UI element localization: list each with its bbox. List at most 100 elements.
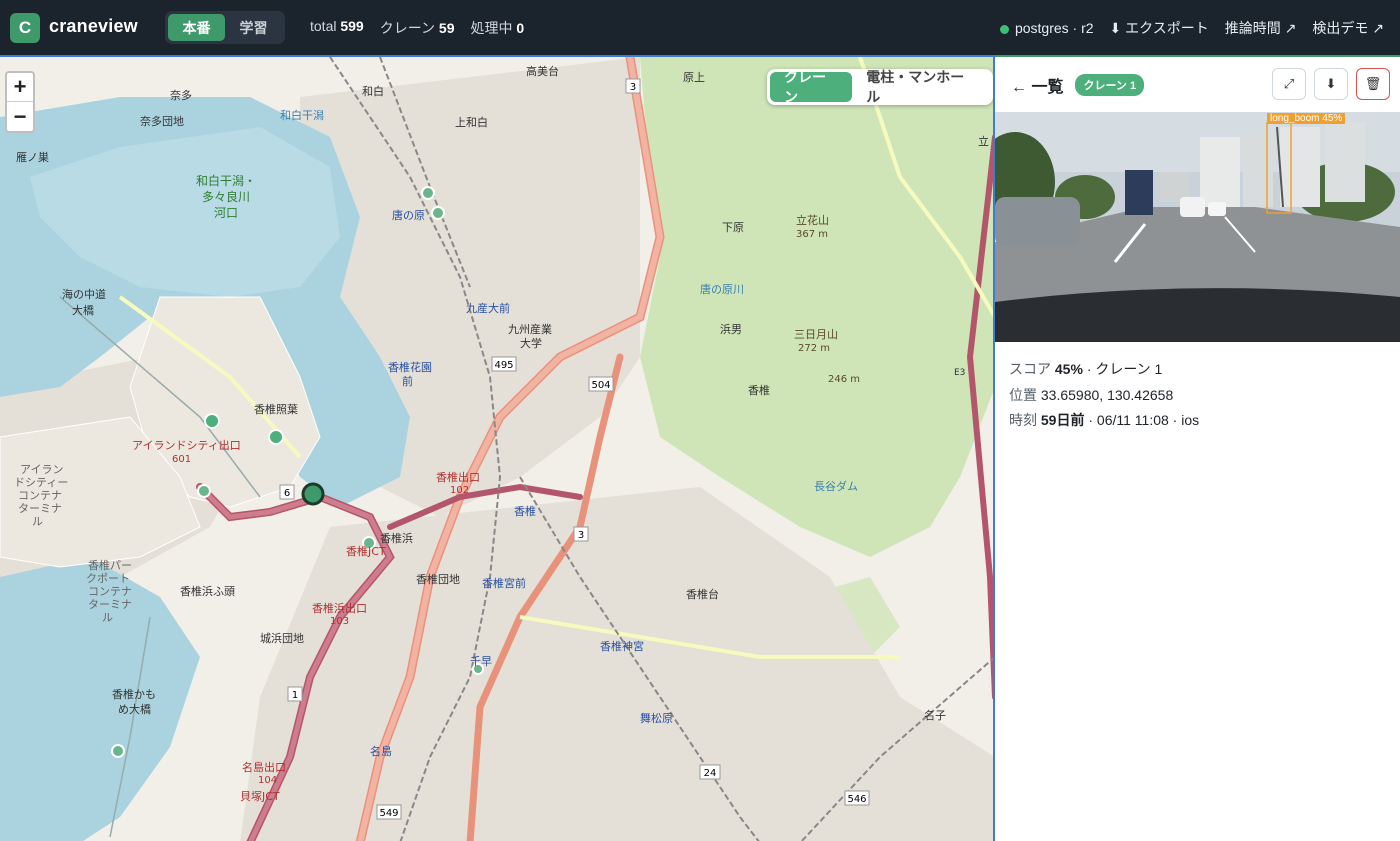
svg-text:三日月山: 三日月山 xyxy=(794,328,838,341)
svg-text:24: 24 xyxy=(704,768,717,779)
svg-text:長谷ダム: 長谷ダム xyxy=(814,479,858,493)
class-badge: クレーン 1 xyxy=(1075,73,1145,96)
crane-marker[interactable] xyxy=(431,206,445,220)
detection-info: スコア 45% · クレーン 1 位置 33.65980, 130.42658 … xyxy=(1009,357,1199,434)
detection-photo: long_boom 45% xyxy=(995,112,1400,342)
detection-box-label: long_boom 45% xyxy=(1267,113,1346,124)
svg-text:名島: 名島 xyxy=(370,744,392,758)
svg-text:九州産業: 九州産業 xyxy=(508,323,552,336)
svg-text:246 m: 246 m xyxy=(828,374,860,385)
panel-header: ← 一覧 クレーン 1 ⤢ ⬇ 🗑 xyxy=(995,57,1400,112)
svg-text:前: 前 xyxy=(402,374,413,388)
svg-text:アイラン: アイラン xyxy=(20,463,63,476)
export-link[interactable]: ⬇ エクスポート xyxy=(1110,18,1209,38)
status-dot-icon xyxy=(999,24,1009,34)
svg-text:ターミナ: ターミナ xyxy=(88,598,132,611)
svg-text:504: 504 xyxy=(591,380,610,391)
app-name[interactable]: craneview xyxy=(49,16,138,37)
svg-text:272 m: 272 m xyxy=(798,343,830,354)
svg-text:香椎JCT: 香椎JCT xyxy=(346,544,386,558)
svg-text:香椎花園: 香椎花園 xyxy=(388,360,432,374)
svg-text:高美台: 高美台 xyxy=(526,64,559,78)
svg-text:九産大前: 九産大前 xyxy=(466,301,510,315)
svg-text:ル: ル xyxy=(102,611,113,624)
svg-text:102: 102 xyxy=(450,485,469,496)
layer-crane-button[interactable]: クレーン xyxy=(770,69,853,105)
map-view[interactable]: 3 495 504 3 6 1 549 24 546 高美台 原上 和白 奈多 … xyxy=(0,55,995,841)
db-status: postgres · r2 xyxy=(999,20,1094,36)
score-row: スコア 45% · クレーン 1 xyxy=(1009,361,1163,377)
layer-pole-manhole-button[interactable]: 電柱・マンホール xyxy=(852,69,990,105)
svg-text:香椎台: 香椎台 xyxy=(686,587,719,601)
detection-demo-link[interactable]: 検出デモ ↗ xyxy=(1312,18,1384,38)
app-logo-icon: C xyxy=(10,13,40,43)
svg-text:海の中道: 海の中道 xyxy=(62,287,106,301)
position-row: 位置 33.65980, 130.42658 xyxy=(1009,386,1174,403)
svg-text:香椎照葉: 香椎照葉 xyxy=(254,402,298,416)
svg-text:雁ノ巣: 雁ノ巣 xyxy=(16,151,49,164)
svg-text:6: 6 xyxy=(284,488,290,499)
svg-text:3: 3 xyxy=(630,82,636,93)
env-production-button[interactable]: 本番 xyxy=(168,14,225,41)
svg-text:香椎出口: 香椎出口 xyxy=(436,470,480,484)
svg-text:河口: 河口 xyxy=(214,206,238,220)
zoom-in-button[interactable]: + xyxy=(7,73,33,102)
zoom-control: + − xyxy=(5,71,35,133)
env-training-button[interactable]: 学習 xyxy=(225,14,282,41)
svg-text:546: 546 xyxy=(847,794,866,805)
svg-text:アイランドシティ出口: アイランドシティ出口 xyxy=(132,438,241,452)
svg-text:上和白: 上和白 xyxy=(455,115,488,129)
svg-text:601: 601 xyxy=(172,454,191,465)
back-to-list-button[interactable]: ← 一覧 xyxy=(1011,73,1063,97)
svg-text:香椎: 香椎 xyxy=(748,383,770,397)
top-bar: C craneview 本番 学習 total 599 クレーン 59 処理中 … xyxy=(0,0,1400,55)
environment-toggle: 本番 学習 xyxy=(165,11,285,44)
svg-text:香椎浜ふ頭: 香椎浜ふ頭 xyxy=(180,584,235,598)
delete-icon[interactable]: 🗑 xyxy=(1356,68,1390,100)
stat-crane: クレーン 59 xyxy=(379,20,455,36)
svg-text:367 m: 367 m xyxy=(796,229,828,240)
detail-panel: ← 一覧 クレーン 1 ⤢ ⬇ 🗑 long_boom 45% スコア 45% … xyxy=(995,55,1400,841)
stats-summary: total 599 クレーン 59 処理中 0 xyxy=(310,18,524,38)
svg-text:和白干潟: 和白干潟 xyxy=(280,108,324,122)
svg-text:下原: 下原 xyxy=(722,221,744,234)
selected-crane-marker[interactable] xyxy=(301,482,325,506)
svg-text:549: 549 xyxy=(379,808,398,819)
svg-text:香椎宮前: 香椎宮前 xyxy=(482,576,526,590)
svg-text:コンテナ: コンテナ xyxy=(18,489,62,502)
svg-text:ル: ル xyxy=(32,515,43,528)
crane-marker[interactable] xyxy=(268,429,284,445)
crane-marker[interactable] xyxy=(204,413,220,429)
svg-text:大学: 大学 xyxy=(520,336,542,350)
time-row: 時刻 59日前 · 06/11 11:08 · ios xyxy=(1009,412,1200,428)
map-canvas[interactable]: 3 495 504 3 6 1 549 24 546 高美台 原上 和白 奈多 … xyxy=(0,57,995,841)
detection-photo-image xyxy=(995,112,1400,342)
svg-text:クポート: クポート xyxy=(86,572,130,585)
svg-text:舞松原: 舞松原 xyxy=(640,711,673,725)
crane-marker[interactable] xyxy=(111,744,125,758)
svg-text:ドシティー: ドシティー xyxy=(14,476,68,489)
zoom-out-button[interactable]: − xyxy=(7,102,33,131)
svg-text:立: 立 xyxy=(978,134,989,148)
svg-text:ターミナ: ターミナ xyxy=(18,502,62,515)
top-right-links: postgres · r2 ⬇ エクスポート 推論時間 ↗ 検出デモ ↗ xyxy=(999,18,1384,38)
svg-text:唐の原: 唐の原 xyxy=(392,208,425,222)
inference-time-link[interactable]: 推論時間 ↗ xyxy=(1225,18,1297,38)
expand-icon[interactable]: ⤢ xyxy=(1272,68,1306,100)
stat-processing: 処理中 0 xyxy=(470,20,525,36)
crane-marker[interactable] xyxy=(421,186,435,200)
layer-toggle: クレーン 電柱・マンホール xyxy=(767,69,993,105)
svg-text:香椎浜出口: 香椎浜出口 xyxy=(312,601,367,615)
stat-total: total 599 xyxy=(310,18,364,34)
crane-marker[interactable] xyxy=(197,484,211,498)
svg-text:奈多団地: 奈多団地 xyxy=(140,114,184,128)
svg-text:香椎パー: 香椎パー xyxy=(88,558,132,572)
svg-text:千早: 千早 xyxy=(470,655,492,668)
svg-text:3: 3 xyxy=(578,530,584,541)
svg-text:浜男: 浜男 xyxy=(720,323,742,336)
svg-text:香椎団地: 香椎団地 xyxy=(416,572,460,586)
svg-text:コンテナ: コンテナ xyxy=(88,585,132,598)
svg-text:め大橋: め大橋 xyxy=(118,702,151,716)
download-icon[interactable]: ⬇ xyxy=(1314,68,1348,100)
svg-text:香椎: 香椎 xyxy=(514,504,536,518)
